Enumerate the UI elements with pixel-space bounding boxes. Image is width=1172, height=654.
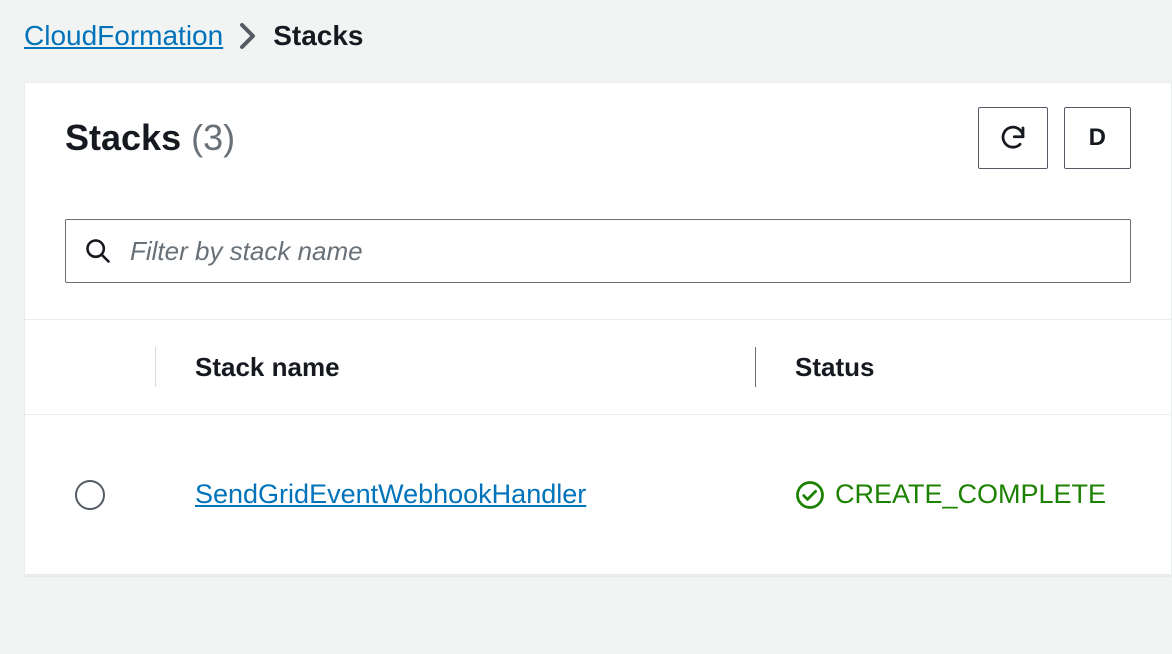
row-status-cell: CREATE_COMPLETE (755, 479, 1171, 510)
breadcrumb: CloudFormation Stacks (0, 0, 1172, 82)
title-text: Stacks (65, 117, 181, 158)
stacks-table: Stack name Status SendGridEventWebhookHa… (25, 319, 1171, 575)
row-name-cell: SendGridEventWebhookHandler (155, 479, 755, 510)
chevron-right-icon (239, 22, 257, 50)
panel-header: Stacks (3) D (25, 83, 1171, 179)
stacks-panel: Stacks (3) D (24, 82, 1172, 576)
stack-link[interactable]: SendGridEventWebhookHandler (195, 479, 586, 509)
search-icon (84, 237, 112, 265)
stacks-count: (3) (191, 117, 235, 158)
table-header: Stack name Status (25, 319, 1171, 415)
page-title: Stacks (3) (65, 117, 235, 159)
breadcrumb-root[interactable]: CloudFormation (24, 20, 223, 52)
delete-button[interactable]: D (1064, 107, 1131, 169)
col-status[interactable]: Status (755, 352, 1171, 383)
col-stack-name[interactable]: Stack name (155, 352, 755, 383)
refresh-icon (998, 123, 1028, 153)
row-select-cell (25, 480, 155, 510)
check-circle-icon (795, 480, 825, 510)
breadcrumb-current: Stacks (273, 20, 363, 52)
header-actions: D (978, 107, 1131, 169)
row-radio[interactable] (75, 480, 105, 510)
table-row: SendGridEventWebhookHandler CREATE_COMPL… (25, 415, 1171, 575)
refresh-button[interactable] (978, 107, 1048, 169)
filter-box[interactable] (65, 219, 1131, 283)
status-text: CREATE_COMPLETE (835, 479, 1106, 510)
filter-input[interactable] (130, 236, 1112, 267)
filter-container (25, 179, 1171, 319)
